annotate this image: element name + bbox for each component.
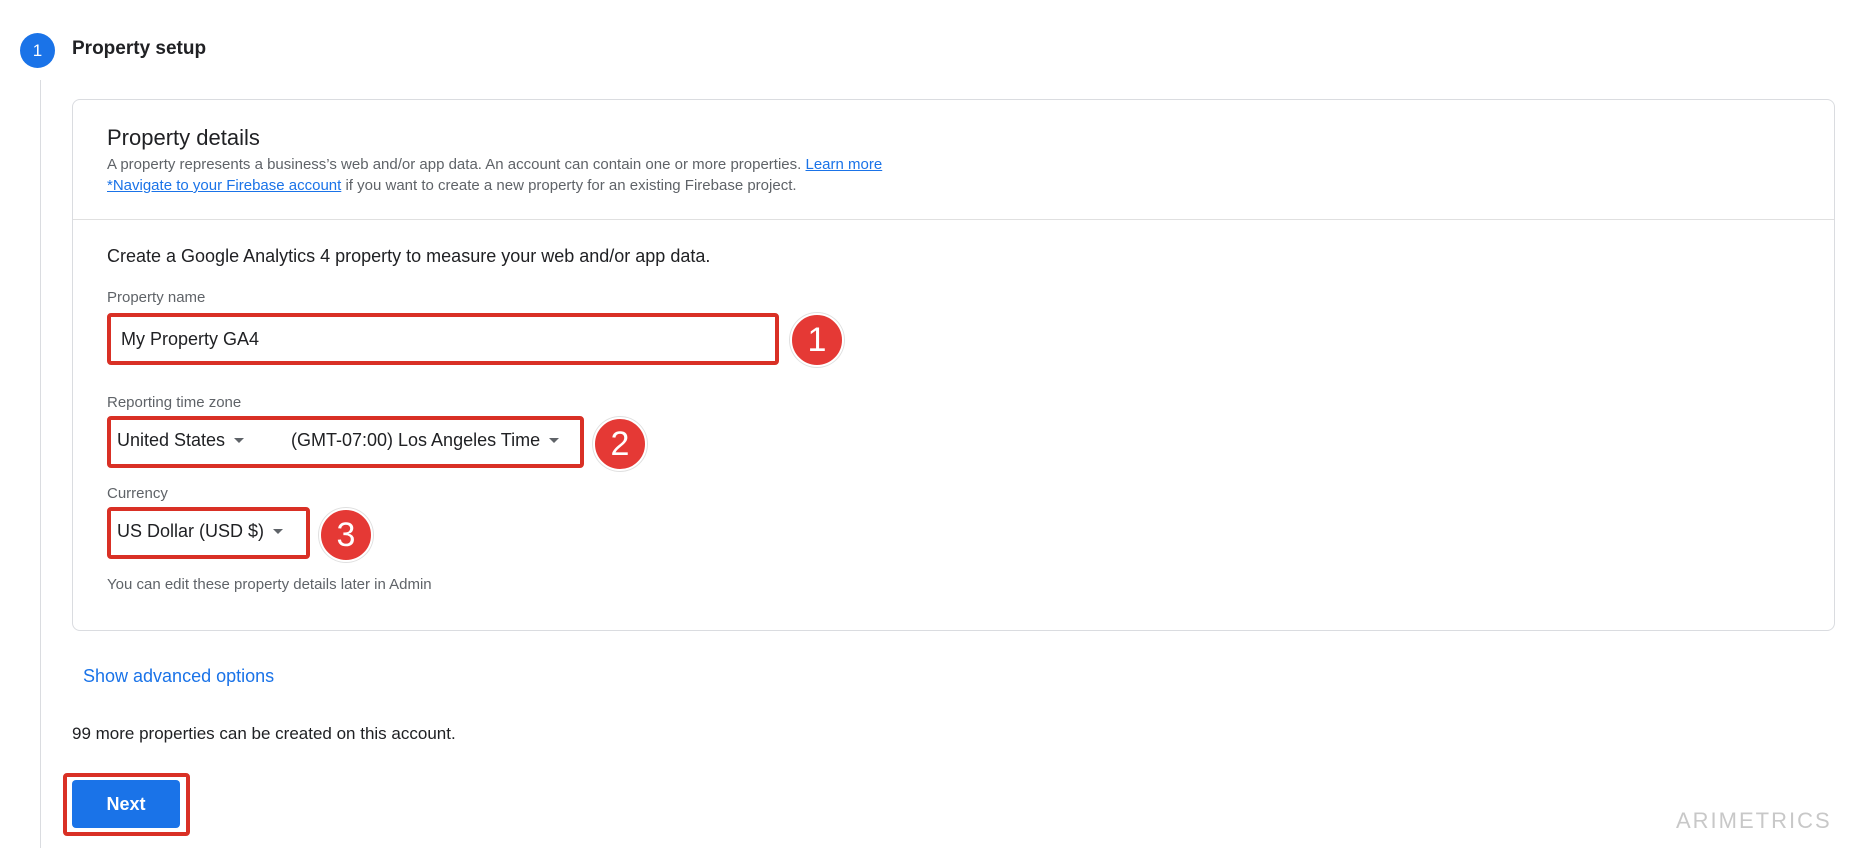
form-intro: Create a Google Analytics 4 property to … bbox=[107, 246, 711, 266]
timezone-select[interactable]: (GMT-07:00) Los Angeles Time bbox=[291, 430, 560, 451]
country-select-value: United States bbox=[117, 430, 226, 450]
annotation-badge-1: 1 bbox=[790, 313, 844, 367]
timezone-label: Reporting time zone bbox=[107, 394, 242, 411]
show-advanced-options-link[interactable]: Show advanced options bbox=[83, 666, 274, 687]
annotation-badge-2: 2 bbox=[593, 417, 647, 471]
annotation-badge-3: 3 bbox=[319, 508, 373, 562]
currency-select[interactable]: US Dollar (USD $) bbox=[117, 521, 284, 542]
step-title: Property setup bbox=[72, 38, 207, 59]
card-description: A property represents a business’s web a… bbox=[107, 156, 882, 173]
watermark-logo: ARIMETRICS bbox=[1676, 808, 1832, 833]
edit-later-hint: You can edit these property details late… bbox=[107, 576, 432, 593]
timezone-select-value: (GMT-07:00) Los Angeles Time bbox=[291, 430, 541, 450]
next-button[interactable]: Next bbox=[72, 780, 180, 828]
step-number-badge: 1 bbox=[20, 33, 55, 68]
step-connector-line bbox=[40, 80, 41, 848]
card-title: Property details bbox=[107, 125, 260, 150]
currency-select-value: US Dollar (USD $) bbox=[117, 521, 265, 541]
card-header: Property details A property represents a… bbox=[73, 100, 1834, 220]
property-details-card: Property details A property represents a… bbox=[72, 99, 1835, 631]
learn-more-link[interactable]: Learn more bbox=[806, 156, 883, 173]
timezone-field-group: United States (GMT-07:00) Los Angeles Ti… bbox=[107, 416, 584, 468]
description-text: A property represents a business’s web a… bbox=[107, 156, 802, 173]
currency-field-group: US Dollar (USD $) bbox=[107, 507, 310, 559]
remaining-properties-text: 99 more properties can be created on thi… bbox=[72, 724, 456, 743]
card-description-firebase: *Navigate to your Firebase account if yo… bbox=[107, 177, 797, 194]
dropdown-caret-icon bbox=[234, 438, 245, 443]
currency-label: Currency bbox=[107, 485, 168, 502]
firebase-account-link[interactable]: *Navigate to your Firebase account bbox=[107, 177, 341, 194]
property-name-label: Property name bbox=[107, 289, 206, 306]
dropdown-caret-icon bbox=[273, 529, 284, 534]
property-name-input[interactable] bbox=[107, 313, 779, 365]
dropdown-caret-icon bbox=[549, 438, 560, 443]
country-select[interactable]: United States bbox=[117, 430, 245, 451]
firebase-description-text: if you want to create a new property for… bbox=[341, 177, 797, 194]
